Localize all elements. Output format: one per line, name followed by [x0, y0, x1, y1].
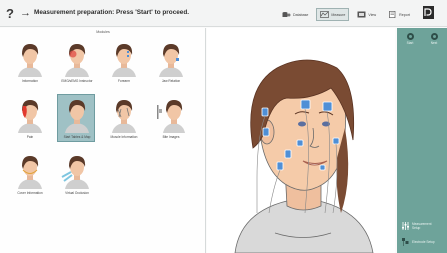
view-button[interactable]: View: [353, 8, 380, 21]
modules-panel: Modules Information EMG/sEMG Instructor …: [0, 28, 206, 253]
patient-illustration: [234, 59, 374, 253]
database-label: Database: [293, 12, 309, 17]
start-icon: [406, 33, 414, 40]
head-icon: [18, 156, 42, 189]
measure-icon: [320, 11, 330, 18]
next-icon: [430, 33, 438, 40]
start-button[interactable]: Start: [401, 33, 419, 45]
module-tile-selected[interactable]: Start Tables & Map: [57, 94, 95, 142]
measure-label: Measure: [331, 12, 346, 17]
module-tile[interactable]: Virtual Occlusion: [57, 150, 95, 198]
report-label: Report: [399, 12, 410, 17]
head-icon: [18, 44, 42, 77]
head-icon: [18, 100, 42, 133]
measure-button[interactable]: Measure: [316, 8, 350, 21]
measurement-setup-button[interactable]: Measurement Setup: [402, 222, 444, 230]
view-label: View: [368, 12, 377, 17]
head-icon: [61, 156, 89, 189]
electrode-icon: [402, 238, 409, 246]
electrode-preview: [207, 28, 395, 253]
head-icon: [65, 44, 89, 77]
module-tile[interactable]: Forearm: [104, 38, 142, 86]
head-icon: [112, 100, 136, 133]
report-button[interactable]: Report: [384, 8, 414, 21]
sliders-icon: [402, 222, 409, 230]
view-icon: [357, 11, 366, 18]
help-button[interactable]: ?: [6, 6, 14, 21]
app-logo-icon: [423, 6, 434, 19]
database-button[interactable]: Database: [278, 8, 312, 21]
head-icon: [159, 44, 183, 77]
next-button[interactable]: Next: [425, 33, 443, 45]
module-tile[interactable]: Information: [10, 38, 48, 86]
module-tile[interactable]: Jaw Relation: [151, 38, 189, 86]
head-icon: [112, 44, 136, 77]
panel-title: Modules: [96, 30, 110, 34]
database-icon: [282, 12, 291, 17]
instruction-text: Measurement preparation: Press 'Start' t…: [34, 9, 190, 16]
head-icon: [65, 100, 89, 133]
module-tile[interactable]: Muscle Information: [104, 94, 142, 142]
top-bar: ? → Measurement preparation: Press 'Star…: [0, 0, 447, 27]
head-icon: [157, 100, 185, 133]
module-tile[interactable]: Bite Images: [151, 94, 189, 142]
module-tile[interactable]: EMG/sEMG Instructor: [57, 38, 95, 86]
report-icon: [389, 11, 396, 18]
module-tile[interactable]: Pain: [10, 94, 48, 142]
toolbar: Database Measure View Report: [278, 8, 418, 22]
electrode-setup-button[interactable]: Electrode Setup: [402, 238, 444, 246]
app-window: ? → Measurement preparation: Press 'Star…: [0, 0, 447, 253]
arrow-right-icon: →: [20, 7, 31, 19]
action-sidebar: Start Next Measurement Setup Electrode S…: [397, 28, 447, 253]
module-tile[interactable]: Cover Information: [10, 150, 48, 198]
